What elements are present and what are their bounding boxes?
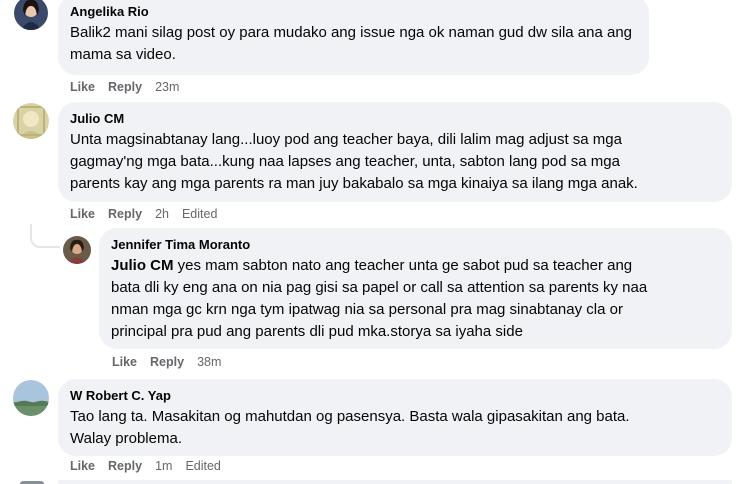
mention-link[interactable]: Julio CM	[111, 257, 174, 274]
commenter-name[interactable]: Julio CM	[70, 110, 720, 127]
comment-bubble: Julio CM Unta magsinabtanay lang...luoy …	[58, 102, 732, 202]
edited-label: Edited	[181, 207, 218, 221]
reply-button[interactable]: Reply	[108, 206, 142, 222]
avatar-julio-cm[interactable]	[13, 103, 49, 139]
profile-photo-icon	[13, 380, 49, 416]
comment-actions: Like Reply 2h Edited	[70, 206, 217, 222]
reply-button[interactable]: Reply	[108, 458, 142, 474]
comment-text: Balik2 mani silag post oy para mudako an…	[70, 24, 633, 63]
edited-label: Edited	[185, 459, 221, 473]
comment-actions: Like Reply 23m	[70, 79, 179, 95]
comment-actions: Like Reply 38m	[112, 354, 221, 370]
like-button[interactable]: Like	[112, 354, 137, 370]
comment-text: Julio CM yes mam sabton nato ang teacher…	[111, 255, 720, 343]
timestamp[interactable]: 23m	[155, 79, 179, 95]
avatar-angelika-rio[interactable]	[14, 0, 48, 30]
like-button[interactable]: Like	[70, 458, 95, 474]
commenter-name[interactable]: Jennifer Tima Moranto	[111, 236, 720, 253]
next-comment-edge	[58, 480, 732, 484]
profile-photo-icon	[63, 236, 91, 264]
profile-photo-icon	[13, 103, 49, 139]
timestamp[interactable]: 2h	[155, 206, 169, 222]
timestamp[interactable]: 1m	[155, 458, 172, 474]
reply-thread-connector	[30, 224, 60, 248]
comment-text: Tao lang ta. Masakitan og mahutdan og pa…	[70, 408, 630, 447]
comment-text: Unta magsinabtanay lang...luoy pod ang t…	[70, 131, 638, 192]
avatar-w-robert-c-yap[interactable]	[13, 380, 49, 416]
commenter-name[interactable]: Angelika Rio	[70, 3, 637, 20]
comment-bubble: W Robert C. Yap Tao lang ta. Masakitan o…	[58, 379, 732, 456]
timestamp[interactable]: 38m	[197, 354, 221, 370]
commenter-name[interactable]: W Robert C. Yap	[70, 387, 720, 404]
comment-body: yes mam sabton nato ang teacher unta ge …	[111, 257, 648, 340]
like-button[interactable]: Like	[70, 79, 95, 95]
comment-bubble: Angelika Rio Balik2 mani silag post oy p…	[58, 0, 649, 75]
avatar-jennifer-tima-moranto[interactable]	[63, 236, 91, 264]
like-button[interactable]: Like	[70, 206, 95, 222]
profile-photo-icon	[14, 0, 48, 30]
reply-button[interactable]: Reply	[108, 79, 142, 95]
comment-actions: Like Reply 1m Edited	[70, 458, 221, 474]
reply-bubble: Jennifer Tima Moranto Julio CM yes mam s…	[99, 228, 732, 349]
reply-button[interactable]: Reply	[150, 354, 184, 370]
